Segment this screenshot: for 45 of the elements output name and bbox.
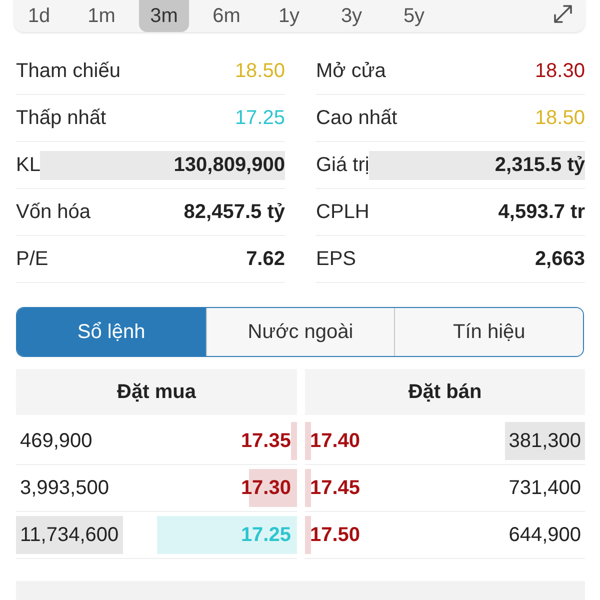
bid-volume: 469,900 [19,428,94,454]
column-header: Đặt bán [305,369,585,415]
column-header: Đặt mua [16,369,297,415]
period-tab[interactable]: 3y [326,0,376,32]
stat-label: EPS [316,248,356,270]
stat-label: CPLH [316,200,370,224]
stat-value: 18.50 [534,106,585,130]
stat-value: 17.25 [234,106,285,130]
tab[interactable]: Nước ngoài [206,308,394,356]
stat-value: 130,809,900 [40,150,285,180]
ask-price: 17.50 [310,524,360,546]
stat-label: Thấp nhất [16,106,106,130]
ask-volume: 644,900 [508,522,582,548]
stat-value: 7.62 [246,248,285,270]
period-tab[interactable]: 1m [76,0,126,32]
stat-label: Tham chiếu [16,60,120,82]
ask-price: 17.45 [310,476,360,500]
period-tab[interactable]: 3m [139,0,189,32]
bid-volume: 3,993,500 [19,476,110,500]
ask-price: 17.40 [310,430,360,452]
stat-label: P/E [16,248,48,270]
bid-volume: 11,734,600 [16,516,123,554]
stat-label: Mở cửa [316,60,386,82]
stat-value: 18.50 [234,60,285,82]
ask-volume: 381,300 [504,422,585,460]
period-tab[interactable]: 1d [14,0,64,32]
bid-price: 17.25 [240,524,291,546]
ask-volume: 731,400 [508,476,582,500]
tab[interactable]: Tín hiệu [394,308,583,356]
stat-value: 82,457.5 tỷ [184,200,285,224]
bid-price: 17.35 [240,430,291,452]
stat-label: KL [16,154,40,176]
stat-value: 18.30 [534,60,585,82]
expand-icon[interactable] [552,3,574,25]
stat-value: 2,315.5 tỷ [369,150,585,180]
period-tab[interactable]: 5y [389,0,439,32]
stat-label: Vốn hóa [16,200,91,224]
period-tab[interactable]: 1y [264,0,314,32]
bid-price: 17.30 [240,476,291,500]
stat-label: Cao nhất [316,106,398,130]
period-tab[interactable]: 6m [202,0,252,32]
stat-label: Giá trị [316,154,370,176]
stat-value: 4,593.7 tr [498,200,585,224]
tab[interactable]: Sổ lệnh [17,308,206,356]
stat-value: 2,663 [534,248,585,270]
